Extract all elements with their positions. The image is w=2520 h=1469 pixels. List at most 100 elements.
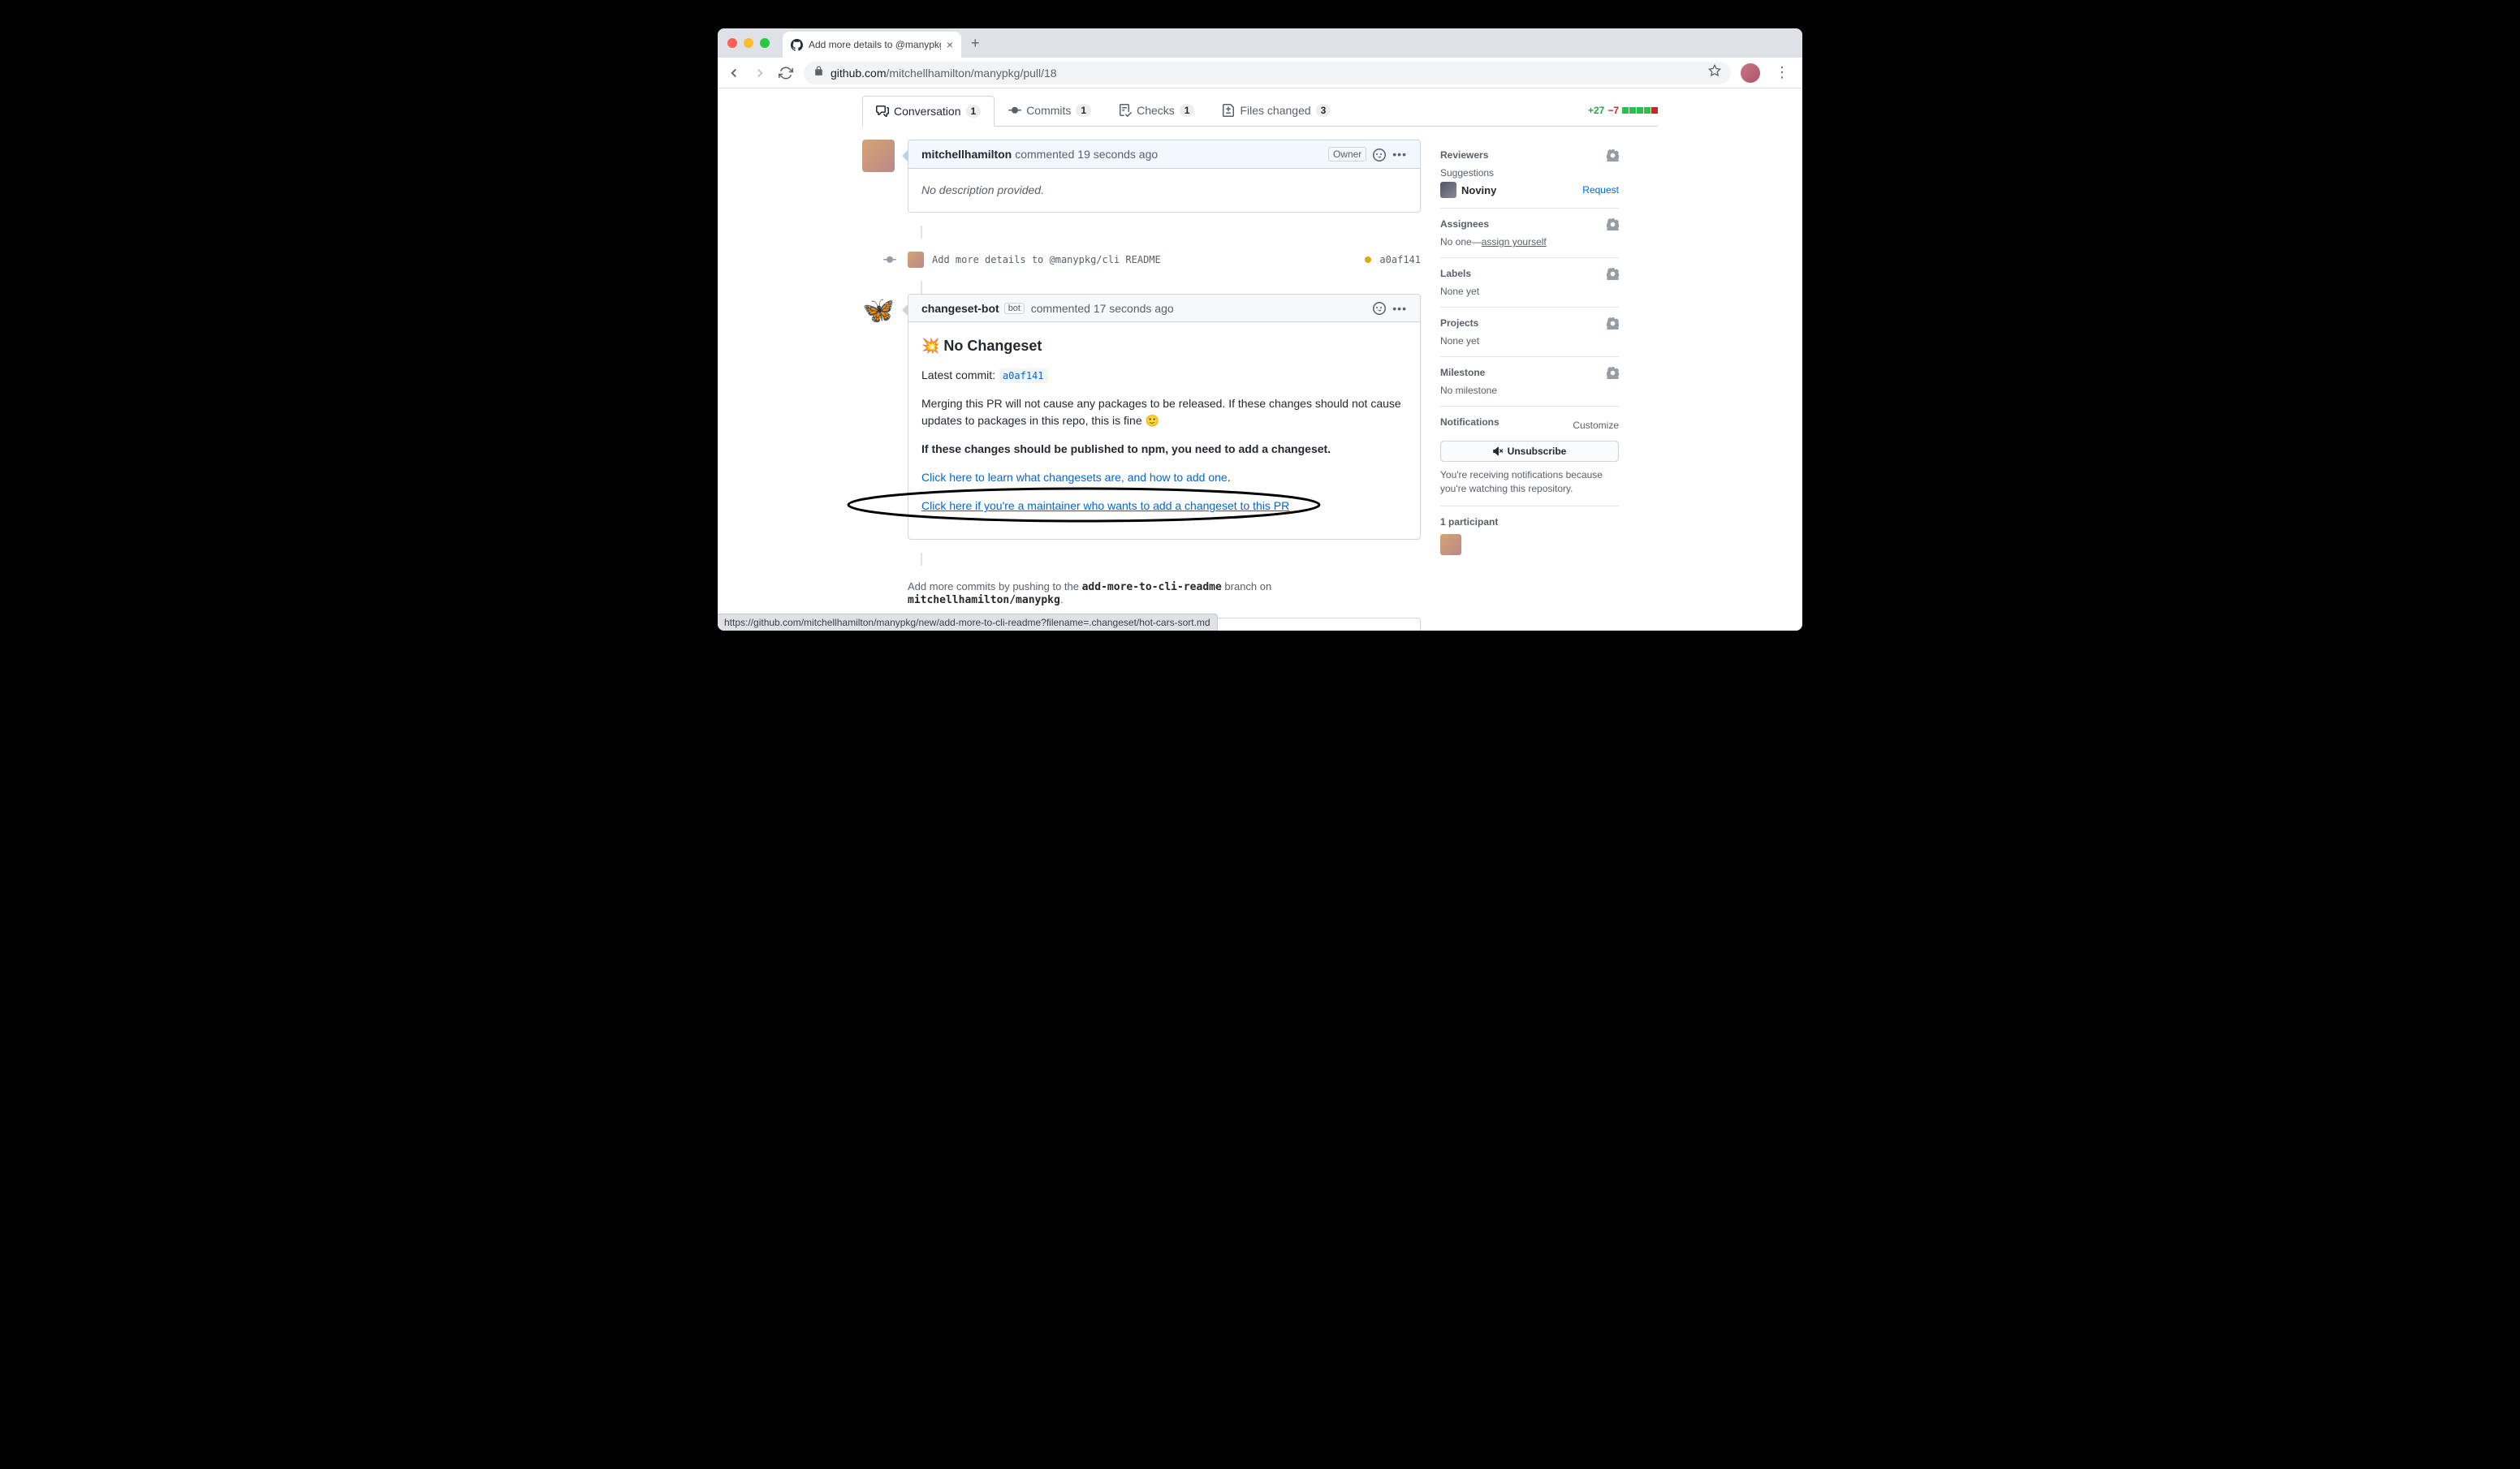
git-commit-icon [883, 253, 896, 266]
tab-strip: Add more details to @manypkg × + [718, 28, 1802, 58]
new-tab-button[interactable]: + [961, 35, 990, 52]
page-content: Conversation 1 Commits 1 Checks 1 Files … [718, 88, 1802, 631]
bookmark-star-icon[interactable] [1708, 64, 1721, 81]
add-changeset-link[interactable]: Click here if you're a maintainer who wa… [921, 499, 1289, 512]
comment-menu-button[interactable]: ••• [1392, 148, 1407, 161]
learn-changesets-link[interactable]: Click here to learn what changesets are,… [921, 471, 1228, 484]
commit-sha-inline[interactable]: a0af141 [999, 368, 1048, 383]
tab-title: Add more details to @manypkg [809, 39, 941, 50]
verb: commented [1015, 148, 1074, 161]
address-bar[interactable]: github.com/mitchellhamilton/manypkg/pull… [804, 62, 1731, 84]
counter: 1 [1180, 104, 1195, 117]
tab-files-changed[interactable]: Files changed 3 [1208, 95, 1344, 126]
diff-stat: +27 −7 [1588, 105, 1658, 116]
add-reaction-button[interactable] [1373, 147, 1386, 161]
no-milestone: No milestone [1440, 385, 1619, 396]
close-window-button[interactable] [727, 38, 737, 48]
push-hint: Add more commits by pushing to the add-m… [908, 580, 1421, 606]
comment-discussion-icon [876, 105, 889, 118]
author-link[interactable]: mitchellhamilton [921, 148, 1012, 161]
avatar[interactable] [862, 140, 895, 172]
comment-header: mitchellhamilton commented 19 seconds ag… [908, 140, 1420, 169]
bot-badge: bot [1004, 303, 1025, 314]
gear-icon[interactable] [1607, 149, 1619, 164]
comment-body: 💥 No Changeset Latest commit: a0af141 Me… [908, 322, 1420, 539]
maximize-window-button[interactable] [760, 38, 770, 48]
comment-body: No description provided. [908, 169, 1420, 212]
minimize-window-button[interactable] [744, 38, 753, 48]
assign-yourself-link[interactable]: assign yourself [1482, 236, 1547, 248]
add-reaction-button[interactable] [1373, 301, 1386, 315]
none-yet: None yet [1440, 335, 1619, 347]
checklist-icon [1119, 104, 1132, 117]
section-title: Labels [1440, 268, 1619, 279]
section-title: Reviewers [1440, 149, 1619, 161]
file-diff-icon [1222, 104, 1235, 117]
git-commit-icon [1008, 104, 1021, 117]
sidebar-reviewers: Reviewers Suggestions Noviny Request [1440, 140, 1619, 209]
reviewer-avatar[interactable] [1440, 182, 1456, 198]
commit-avatar[interactable] [908, 252, 924, 268]
hide-checks-link[interactable]: Hide all checks [1331, 630, 1407, 631]
sidebar-labels: Labels None yet [1440, 258, 1619, 308]
status-pending-icon[interactable] [1365, 256, 1371, 263]
unsubscribe-button[interactable]: Unsubscribe [1440, 441, 1619, 462]
sidebar-notifications: Notifications Customize Unsubscribe You'… [1440, 407, 1619, 506]
url-text: github.com/mitchellhamilton/manypkg/pull… [831, 67, 1057, 80]
tab-commits[interactable]: Commits 1 [995, 95, 1105, 126]
suggestions-label: Suggestions [1440, 167, 1619, 179]
deletions: −7 [1607, 105, 1619, 116]
browser-window: Add more details to @manypkg × + github.… [718, 28, 1802, 631]
repo-name: mitchellhamilton/manypkg [908, 594, 1060, 606]
section-title: Assignees [1440, 218, 1619, 230]
comment-header: changeset-bot bot commented 17 seconds a… [908, 295, 1420, 322]
gear-icon[interactable] [1607, 268, 1619, 282]
tab-label: Files changed [1240, 104, 1310, 117]
toolbar: github.com/mitchellhamilton/manypkg/pull… [718, 58, 1802, 88]
paragraph: Merging this PR will not cause any packa… [921, 395, 1407, 429]
comment-menu-button[interactable]: ••• [1392, 302, 1407, 315]
tab-label: Conversation [894, 105, 961, 118]
gear-icon[interactable] [1607, 367, 1619, 381]
tab-conversation[interactable]: Conversation 1 [862, 96, 995, 127]
author-link[interactable]: changeset-bot [921, 302, 999, 315]
commit-sha[interactable]: a0af141 [1379, 254, 1421, 265]
additions: +27 [1588, 105, 1604, 116]
reload-button[interactable] [778, 65, 794, 81]
counter: 3 [1316, 104, 1331, 117]
commit-row: Add more details to @manypkg/cli README … [908, 252, 1421, 268]
browser-tab[interactable]: Add more details to @manypkg × [783, 32, 961, 58]
counter: 1 [966, 105, 982, 118]
button-label: Unsubscribe [1508, 446, 1567, 457]
status-bar: https://github.com/mitchellhamilton/many… [718, 614, 1218, 631]
timestamp[interactable]: 19 seconds ago [1077, 148, 1158, 161]
tab-close-button[interactable]: × [947, 38, 953, 51]
browser-menu-button[interactable]: ⋮ [1770, 64, 1794, 81]
gear-icon[interactable] [1607, 317, 1619, 332]
owner-badge: Owner [1328, 147, 1366, 162]
bot-avatar[interactable]: 🦋 [862, 294, 895, 326]
section-title: 1 participant [1440, 516, 1619, 528]
section-title: Projects [1440, 317, 1619, 329]
none-yet: None yet [1440, 286, 1619, 297]
forward-button[interactable] [752, 65, 768, 81]
verb: commented [1031, 302, 1090, 315]
timestamp[interactable]: 17 seconds ago [1094, 302, 1174, 315]
commit-message[interactable]: Add more details to @manypkg/cli README [932, 254, 1161, 265]
branch-name: add-more-to-cli-readme [1082, 581, 1222, 593]
gear-icon[interactable] [1607, 218, 1619, 233]
section-title: Notifications [1440, 416, 1499, 428]
tab-checks[interactable]: Checks 1 [1105, 95, 1208, 126]
reviewer-name[interactable]: Noviny [1461, 184, 1496, 196]
back-button[interactable] [726, 65, 742, 81]
sidebar-projects: Projects None yet [1440, 308, 1619, 357]
mute-icon [1493, 446, 1504, 457]
notification-desc: You're receiving notifications because y… [1440, 468, 1619, 496]
lock-icon [813, 66, 824, 80]
main-column: mitchellhamilton commented 19 seconds ag… [862, 140, 1421, 631]
participant-avatar[interactable] [1440, 534, 1461, 555]
profile-avatar[interactable] [1741, 63, 1760, 83]
customize-link[interactable]: Customize [1573, 420, 1619, 431]
request-review-link[interactable]: Request [1582, 184, 1619, 196]
tab-label: Commits [1026, 104, 1071, 117]
